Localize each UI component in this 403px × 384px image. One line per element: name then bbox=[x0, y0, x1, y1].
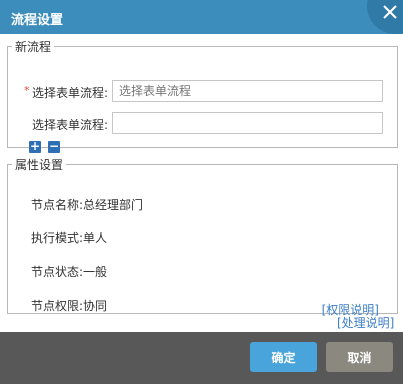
flow-select-input-2[interactable] bbox=[112, 112, 383, 134]
flow-select-row-2: 选择表单流程: bbox=[8, 112, 399, 134]
exec-mode-text: 执行模式:单人 bbox=[31, 231, 108, 245]
node-permission-text: 节点权限:协同 bbox=[31, 299, 108, 313]
node-state-text: 节点状态:一般 bbox=[31, 265, 108, 279]
dialog-title: 流程设置 bbox=[11, 13, 64, 28]
add-flow-button[interactable]: + bbox=[29, 139, 41, 153]
new-flow-group: 新流程 * 选择表单流程: 选择表单流程: + − bbox=[7, 38, 399, 153]
node-name-text: 节点名称:总经理部门 bbox=[31, 198, 144, 212]
minus-icon: − bbox=[48, 139, 60, 153]
dialog-footer: 确定 取消 bbox=[0, 332, 403, 384]
flow-select-input-1[interactable] bbox=[112, 80, 383, 102]
dialog-titlebar: 流程设置 bbox=[0, 0, 403, 34]
attributes-legend: 属性设置 bbox=[12, 156, 67, 173]
confirm-button[interactable]: 确定 bbox=[250, 342, 317, 372]
plus-icon: + bbox=[29, 139, 41, 153]
close-icon bbox=[383, 5, 397, 19]
required-mark: * bbox=[24, 84, 30, 97]
attributes-group: 属性设置 节点名称:总经理部门 执行模式:单人 节点状态:一般 节点权限:协同 … bbox=[7, 156, 398, 317]
close-button[interactable] bbox=[367, 0, 403, 34]
new-flow-legend: 新流程 bbox=[12, 38, 55, 55]
flow-select-row-1: * 选择表单流程: bbox=[8, 80, 399, 102]
flow-select-label-1: 选择表单流程: bbox=[32, 86, 109, 100]
cancel-button[interactable]: 取消 bbox=[326, 342, 393, 372]
flow-select-label-2: 选择表单流程: bbox=[32, 118, 109, 132]
remove-flow-button[interactable]: − bbox=[48, 139, 60, 153]
process-info-link[interactable]: [处理说明] bbox=[337, 314, 394, 331]
